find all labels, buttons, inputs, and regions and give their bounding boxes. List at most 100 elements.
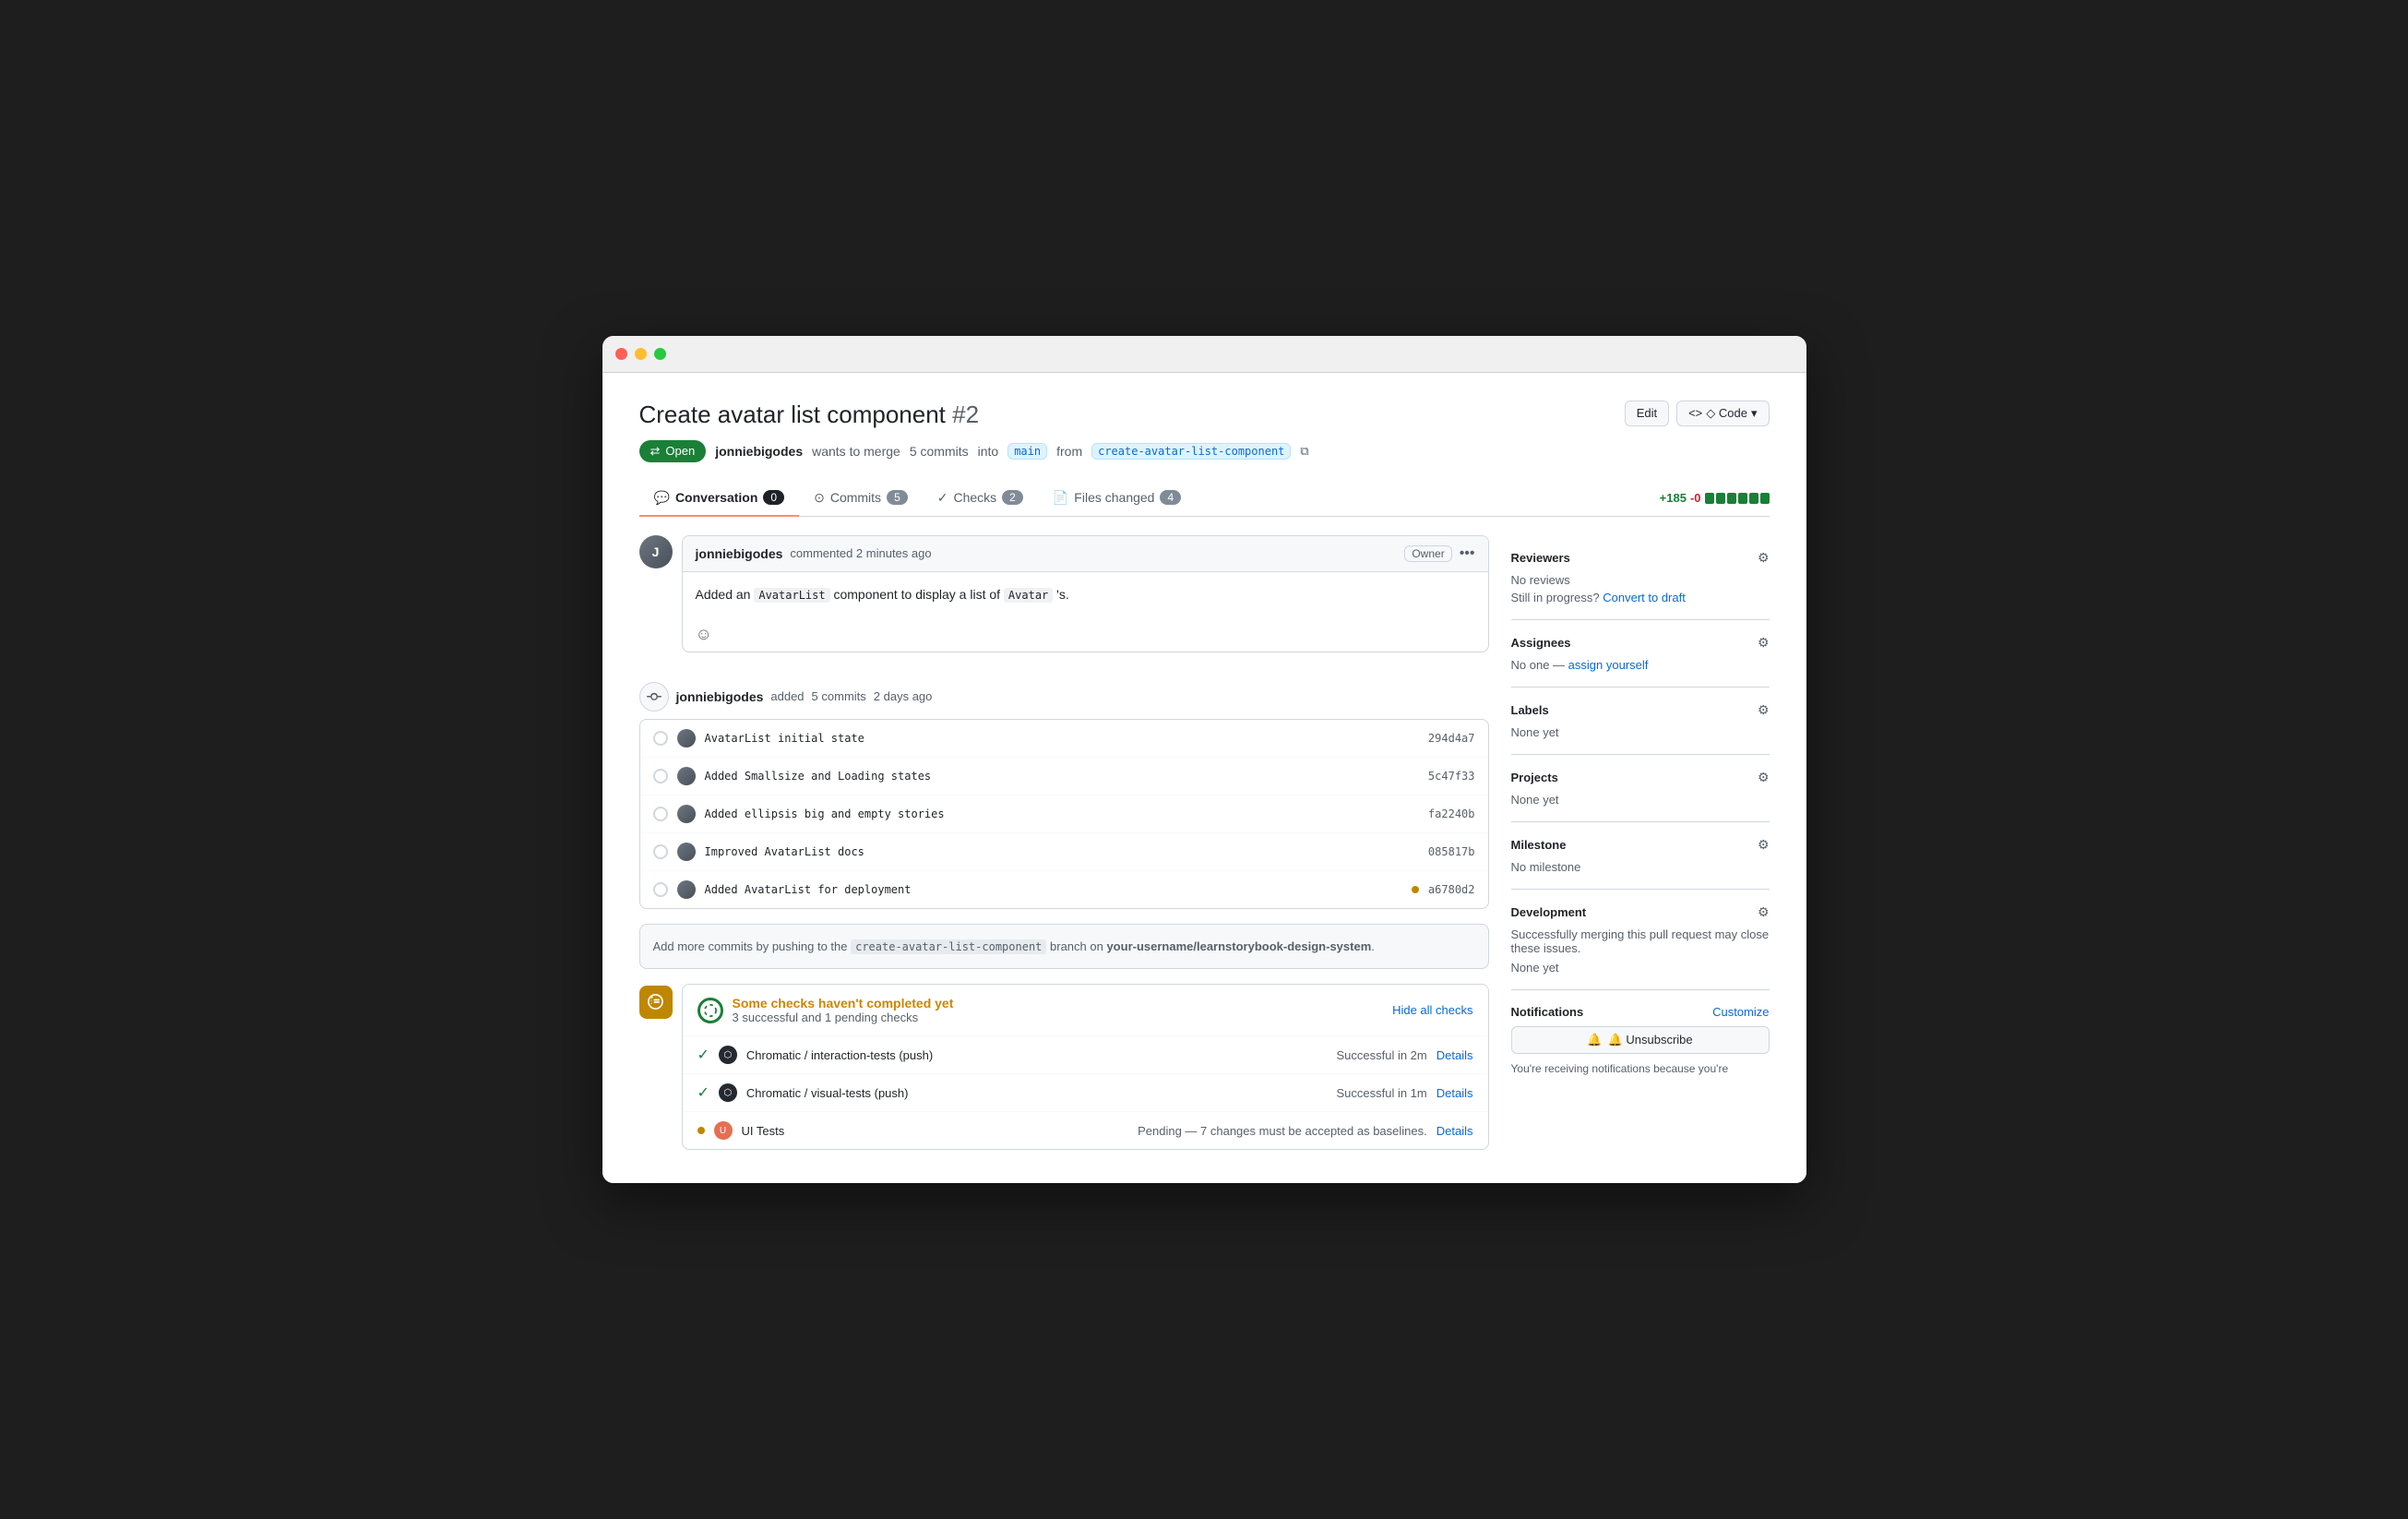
commit-item: Improved AvatarList docs 085817b [640, 833, 1488, 871]
push-message: Add more commits by pushing to the creat… [639, 924, 1489, 970]
code-button[interactable]: <> ◇ Code ▾ [1676, 401, 1769, 426]
checks-title: Some checks haven't completed yet [733, 996, 954, 1011]
ui-tests-icon: U [714, 1121, 733, 1140]
check-name-2: Chromatic / visual-tests (push) [746, 1086, 1328, 1100]
base-branch[interactable]: main [1007, 443, 1047, 460]
commit-list: AvatarList initial state 294d4a7 Added S… [639, 719, 1489, 909]
conversation-count: 0 [763, 490, 784, 505]
commit-hash[interactable]: 5c47f33 [1428, 770, 1475, 783]
diff-bar-6 [1760, 493, 1770, 504]
checks-count: 2 [1002, 490, 1023, 505]
check-details-2[interactable]: Details [1436, 1086, 1473, 1100]
commit-message: AvatarList initial state [705, 732, 1419, 745]
checks-subtitle: 3 successful and 1 pending checks [733, 1011, 954, 1024]
commit-dot [653, 731, 668, 746]
titlebar [602, 336, 1806, 373]
checks-status-circle [697, 998, 723, 1023]
check-details-3[interactable]: Details [1436, 1124, 1473, 1138]
commit-avatar [677, 880, 696, 899]
comment-container: J jonniebigodes commented 2 minutes ago … [639, 535, 1489, 667]
commits-header: jonniebigodes added 5 commits 2 days ago [639, 682, 1489, 712]
comment-header-right: Owner ••• [1404, 545, 1474, 562]
tab-commits[interactable]: ⊙ Commits 5 [799, 481, 923, 517]
comment-menu[interactable]: ••• [1460, 545, 1475, 562]
sidebar: Reviewers ⚙ No reviews Still in progress… [1511, 535, 1770, 1166]
checks-block: Some checks haven't completed yet 3 succ… [682, 984, 1489, 1150]
check-name-3: UI Tests [742, 1124, 1129, 1138]
notifications-header: Notifications Customize [1511, 1005, 1770, 1019]
check-status-3: Pending — 7 changes must be accepted as … [1138, 1124, 1427, 1138]
milestone-title: Milestone [1511, 838, 1567, 852]
commit-hash[interactable]: 085817b [1428, 845, 1475, 858]
sidebar-labels: Labels ⚙ None yet [1511, 688, 1770, 755]
reviewers-gear-icon[interactable]: ⚙ [1758, 550, 1770, 566]
sidebar-development: Development ⚙ Successfully merging this … [1511, 890, 1770, 990]
development-header: Development ⚙ [1511, 904, 1770, 920]
labels-gear-icon[interactable]: ⚙ [1758, 702, 1770, 718]
commit-avatar [677, 729, 696, 748]
pr-header: Create avatar list component #2 Edit <> … [639, 401, 1770, 429]
notifications-title: Notifications [1511, 1005, 1584, 1019]
edit-button[interactable]: Edit [1625, 401, 1669, 426]
conversation-tab-icon: 💬 [654, 490, 670, 506]
assignees-gear-icon[interactable]: ⚙ [1758, 635, 1770, 651]
push-repo: your-username/learnstorybook-design-syst… [1106, 939, 1371, 953]
comment-block: jonniebigodes commented 2 minutes ago Ow… [682, 535, 1489, 652]
checks-tab-icon: ✓ [937, 490, 948, 506]
emoji-button[interactable]: ☺ [696, 625, 712, 643]
copy-icon[interactable]: ⧉ [1300, 444, 1308, 459]
milestone-gear-icon[interactable]: ⚙ [1758, 837, 1770, 853]
diff-bars [1705, 493, 1770, 504]
chromatic-icon-1: ⬡ [719, 1046, 737, 1064]
check-status-1: Successful in 2m [1336, 1048, 1426, 1062]
checks-header-bar: Some checks haven't completed yet 3 succ… [683, 985, 1488, 1035]
checks-title-area: Some checks haven't completed yet 3 succ… [697, 996, 954, 1024]
close-button[interactable] [615, 348, 627, 360]
commit-message: Improved AvatarList docs [705, 845, 1419, 858]
files-tab-icon: 📄 [1053, 490, 1068, 506]
code-icon: <> [1688, 406, 1702, 420]
minimize-button[interactable] [635, 348, 647, 360]
development-gear-icon[interactable]: ⚙ [1758, 904, 1770, 920]
development-value: None yet [1511, 961, 1770, 975]
diff-bar-5 [1749, 493, 1758, 504]
merge-icon: ⇄ [650, 444, 661, 459]
tab-checks[interactable]: ✓ Checks 2 [923, 481, 1038, 517]
bell-icon: 🔔 [1587, 1033, 1602, 1047]
check-details-1[interactable]: Details [1436, 1048, 1473, 1062]
sidebar-reviewers: Reviewers ⚙ No reviews Still in progress… [1511, 535, 1770, 620]
inline-code-1: AvatarList [754, 588, 829, 603]
chevron-down-icon: ▾ [1751, 406, 1758, 421]
head-branch[interactable]: create-avatar-list-component [1091, 443, 1291, 460]
tab-files-changed[interactable]: 📄 Files changed 4 [1038, 481, 1196, 517]
pr-meta: ⇄ Open jonniebigodes wants to merge 5 co… [639, 440, 1770, 462]
labels-value: None yet [1511, 725, 1770, 739]
commit-message: Added AvatarList for deployment [705, 883, 1402, 896]
projects-value: None yet [1511, 793, 1770, 807]
labels-header: Labels ⚙ [1511, 702, 1770, 718]
commit-item: Added AvatarList for deployment a6780d2 [640, 871, 1488, 908]
milestone-header: Milestone ⚙ [1511, 837, 1770, 853]
main-layout: J jonniebigodes commented 2 minutes ago … [639, 535, 1770, 1166]
maximize-button[interactable] [654, 348, 666, 360]
assignees-title: Assignees [1511, 636, 1571, 650]
notification-note: You're receiving notifications because y… [1511, 1061, 1770, 1077]
comment-author: jonniebigodes [696, 546, 783, 561]
assign-yourself-link[interactable]: assign yourself [1568, 658, 1649, 672]
sidebar-milestone: Milestone ⚙ No milestone [1511, 822, 1770, 890]
unsubscribe-button[interactable]: 🔔 🔔 Unsubscribe [1511, 1026, 1770, 1054]
commit-hash[interactable]: a6780d2 [1428, 883, 1475, 896]
tab-conversation[interactable]: 💬 Conversation 0 [639, 481, 800, 517]
sidebar-assignees: Assignees ⚙ No one — assign yourself [1511, 620, 1770, 688]
check-success-icon: ✓ [697, 1046, 709, 1064]
diff-bar-1 [1705, 493, 1714, 504]
hide-checks-button[interactable]: Hide all checks [1392, 1003, 1472, 1017]
projects-gear-icon[interactable]: ⚙ [1758, 770, 1770, 785]
commits-count: 5 commits [910, 444, 969, 459]
customize-link[interactable]: Customize [1712, 1005, 1769, 1019]
convert-to-draft-link[interactable]: Convert to draft [1603, 591, 1686, 604]
meta-from: from [1056, 444, 1082, 459]
commit-hash[interactable]: fa2240b [1428, 807, 1475, 820]
commit-message: Added Smallsize and Loading states [705, 770, 1419, 783]
commit-hash[interactable]: 294d4a7 [1428, 732, 1475, 745]
